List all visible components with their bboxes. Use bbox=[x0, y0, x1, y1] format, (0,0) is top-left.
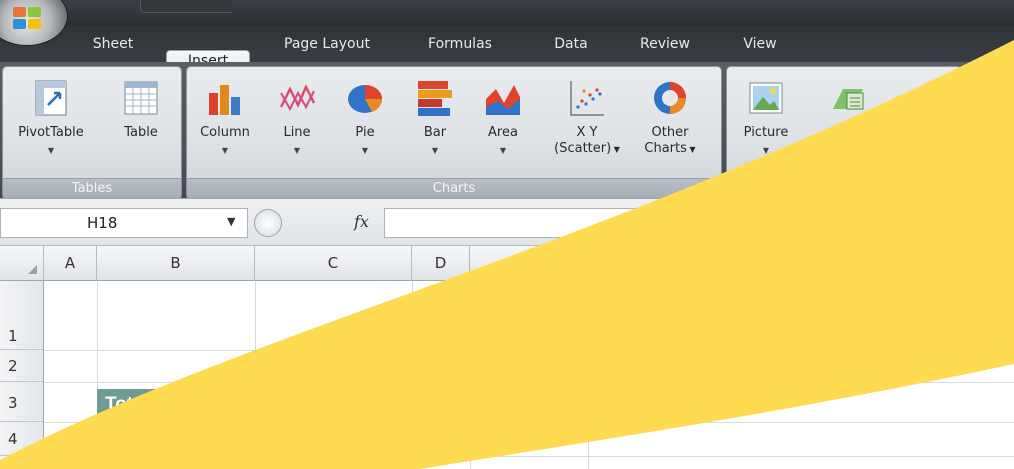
picture-label: Picture bbox=[743, 125, 789, 140]
gridline bbox=[588, 281, 589, 469]
other-charts-button[interactable]: Other Charts ▼ bbox=[633, 79, 707, 158]
row-header-1[interactable]: 1 bbox=[0, 281, 44, 350]
office-logo-icon bbox=[13, 7, 43, 31]
scatter-label: X Y bbox=[576, 125, 598, 140]
column-header-a[interactable]: A bbox=[44, 246, 97, 281]
picture-icon bbox=[747, 79, 785, 117]
scatter-chart-icon bbox=[568, 79, 606, 117]
gridline bbox=[412, 281, 413, 469]
cell-b3[interactable]: Total Sales bbox=[97, 389, 255, 423]
igx-graphic-icon bbox=[829, 79, 867, 117]
cell-b4[interactable]: St bbox=[104, 426, 119, 443]
igx-graphic-button[interactable]: IGX Gr bbox=[813, 79, 883, 157]
title-bar bbox=[0, 0, 1014, 26]
dialog-launcher-icon[interactable]: ↘ bbox=[706, 185, 717, 196]
column-header-next[interactable] bbox=[588, 246, 1014, 281]
area-label: Area bbox=[488, 125, 518, 140]
line-label: Line bbox=[283, 125, 311, 140]
partial-group bbox=[968, 66, 1014, 200]
illustrations-group: Picture ▼ IGX Gr bbox=[726, 66, 962, 200]
column-chart-icon bbox=[206, 79, 244, 117]
bar-label: Bar bbox=[423, 125, 447, 140]
row-header-2[interactable]: 2 bbox=[0, 350, 44, 382]
select-all-corner[interactable] bbox=[0, 246, 44, 281]
other-charts-icon bbox=[651, 79, 689, 117]
pie-label: Pie bbox=[355, 125, 375, 140]
tables-group-caption: Tables bbox=[3, 178, 181, 199]
gridline bbox=[44, 350, 1014, 351]
gridline bbox=[44, 382, 1014, 383]
gridline bbox=[97, 281, 98, 469]
pivottable-label: PivotTable bbox=[18, 125, 84, 140]
tab-sheet[interactable]: Sheet bbox=[78, 34, 148, 62]
name-box-value: H18 bbox=[87, 214, 118, 232]
scatter-chart-button[interactable]: X Y (Scatter) ▼ bbox=[547, 79, 627, 158]
bar-chart-button[interactable]: Bar ▼ bbox=[407, 79, 463, 159]
name-box[interactable]: H18 ▼ bbox=[0, 208, 248, 238]
formula-input[interactable] bbox=[384, 208, 1014, 238]
pivottable-button[interactable]: PivotTable ▼ bbox=[9, 79, 93, 159]
gridline bbox=[255, 281, 256, 469]
area-chart-icon bbox=[484, 79, 522, 117]
tab-view[interactable]: View bbox=[728, 34, 792, 62]
excel-window: Sheet Insert Page Layout Formulas Data R… bbox=[0, 0, 1014, 469]
tab-data[interactable]: Data bbox=[536, 34, 606, 62]
charts-group: Column ▼ Line ▼ Pie ▼ Bar ▼ Area ▼ X Y (… bbox=[186, 66, 722, 200]
chevron-down-icon: ▼ bbox=[361, 146, 369, 155]
cell-b3-text: Total Sales bbox=[105, 394, 204, 415]
ribbon: PivotTable ▼ Table Tables Column ▼ Line … bbox=[0, 62, 1014, 200]
insert-function-icon[interactable]: fx bbox=[354, 212, 369, 231]
column-label: Column bbox=[200, 125, 250, 140]
charts-group-caption: Charts bbox=[187, 178, 721, 199]
row-header-4[interactable]: 4 bbox=[0, 422, 44, 456]
chevron-down-icon: ▼ bbox=[47, 146, 55, 155]
tables-group: PivotTable ▼ Table Tables bbox=[2, 66, 182, 200]
pie-chart-button[interactable]: Pie ▼ bbox=[337, 79, 393, 159]
chevron-down-icon: ▼ bbox=[499, 146, 507, 155]
column-chart-button[interactable]: Column ▼ bbox=[191, 79, 259, 159]
formula-circle-button[interactable] bbox=[254, 209, 282, 237]
chevron-down-icon: ▼ bbox=[762, 146, 770, 155]
pivottable-icon bbox=[32, 79, 70, 117]
column-header-d[interactable]: D bbox=[412, 246, 470, 281]
scatter-label-2: (Scatter) bbox=[554, 141, 612, 156]
formula-controls: fx bbox=[254, 208, 384, 238]
column-header-c[interactable]: C bbox=[255, 246, 412, 281]
tab-page-layout[interactable]: Page Layout bbox=[266, 34, 388, 62]
line-chart-button[interactable]: Line ▼ bbox=[269, 79, 325, 159]
row-header-5[interactable]: 5 bbox=[0, 456, 44, 469]
row-header-3[interactable]: 3 bbox=[0, 382, 44, 422]
igx-label: IGX bbox=[836, 125, 860, 140]
chevron-down-icon[interactable]: ▼ bbox=[227, 215, 235, 228]
ribbon-tab-bar: Sheet Insert Page Layout Formulas Data R… bbox=[0, 26, 1014, 88]
tab-formulas[interactable]: Formulas bbox=[410, 34, 510, 62]
gridline bbox=[470, 281, 471, 469]
area-chart-button[interactable]: Area ▼ bbox=[475, 79, 531, 159]
other-label-2: Charts bbox=[644, 141, 687, 156]
column-header-b[interactable]: B bbox=[97, 246, 255, 281]
tab-review[interactable]: Review bbox=[624, 34, 706, 62]
table-label: Table bbox=[124, 125, 158, 140]
bar-chart-icon bbox=[416, 79, 454, 117]
select-all-icon bbox=[28, 265, 37, 274]
line-chart-icon bbox=[278, 79, 316, 117]
picture-button[interactable]: Picture ▼ bbox=[731, 79, 801, 159]
pie-chart-icon bbox=[346, 79, 384, 117]
chevron-down-icon: ▼ bbox=[221, 146, 229, 155]
shapes-icon[interactable] bbox=[893, 91, 933, 127]
quick-access-toolbar[interactable] bbox=[140, 0, 232, 13]
table-icon bbox=[122, 79, 160, 117]
worksheet-grid[interactable]: A B C D E 1 2 3 4 5 Total Sales St bbox=[0, 246, 1014, 469]
formula-bar: H18 ▼ fx bbox=[0, 198, 1014, 246]
gridline bbox=[44, 456, 1014, 457]
column-header-e[interactable]: E bbox=[470, 246, 588, 281]
other-label: Other bbox=[651, 125, 689, 140]
chevron-down-icon: ▼ bbox=[293, 146, 301, 155]
igx-label-2: Gr bbox=[840, 141, 856, 156]
chevron-down-icon: ▼ bbox=[431, 146, 439, 155]
table-button[interactable]: Table bbox=[111, 79, 171, 141]
